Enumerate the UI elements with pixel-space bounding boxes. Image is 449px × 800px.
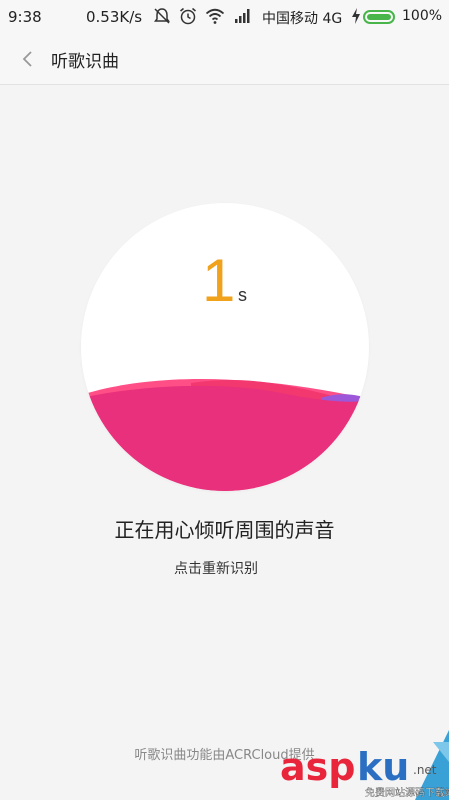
battery-icon (363, 10, 395, 24)
clock: 9:38 (8, 8, 42, 26)
page-title: 听歌识曲 (51, 52, 119, 72)
signal-icon (235, 9, 250, 23)
status-bar: 9:38 0.53K/s 中国移动 4G 100% (0, 0, 449, 34)
wifi-icon (205, 8, 225, 24)
battery-percent: 100% (402, 8, 443, 24)
svg-text:asp: asp (280, 745, 355, 789)
app-header: 听歌识曲 (0, 34, 449, 85)
watermark-logo: asp ku .net 免费网站源码下载站 (280, 730, 449, 800)
seconds-unit: s (238, 285, 247, 305)
retry-recognition-link[interactable]: 点击重新识别 (174, 558, 258, 578)
alarm-icon (180, 7, 196, 25)
chevron-left-icon[interactable] (14, 43, 42, 75)
listening-status: 正在用心倾听周围的声音 (114, 518, 335, 542)
network-speed: 0.53K/s (86, 8, 143, 26)
elapsed-seconds: 1 (202, 247, 236, 314)
charging-icon (352, 8, 360, 24)
mute-icon (154, 8, 170, 24)
carrier-label: 中国移动 4G (262, 11, 343, 27)
svg-text:.net: .net (413, 763, 437, 777)
svg-text:免费网站源码下载站: 免费网站源码下载站 (365, 786, 449, 799)
svg-text:ku: ku (357, 745, 409, 789)
